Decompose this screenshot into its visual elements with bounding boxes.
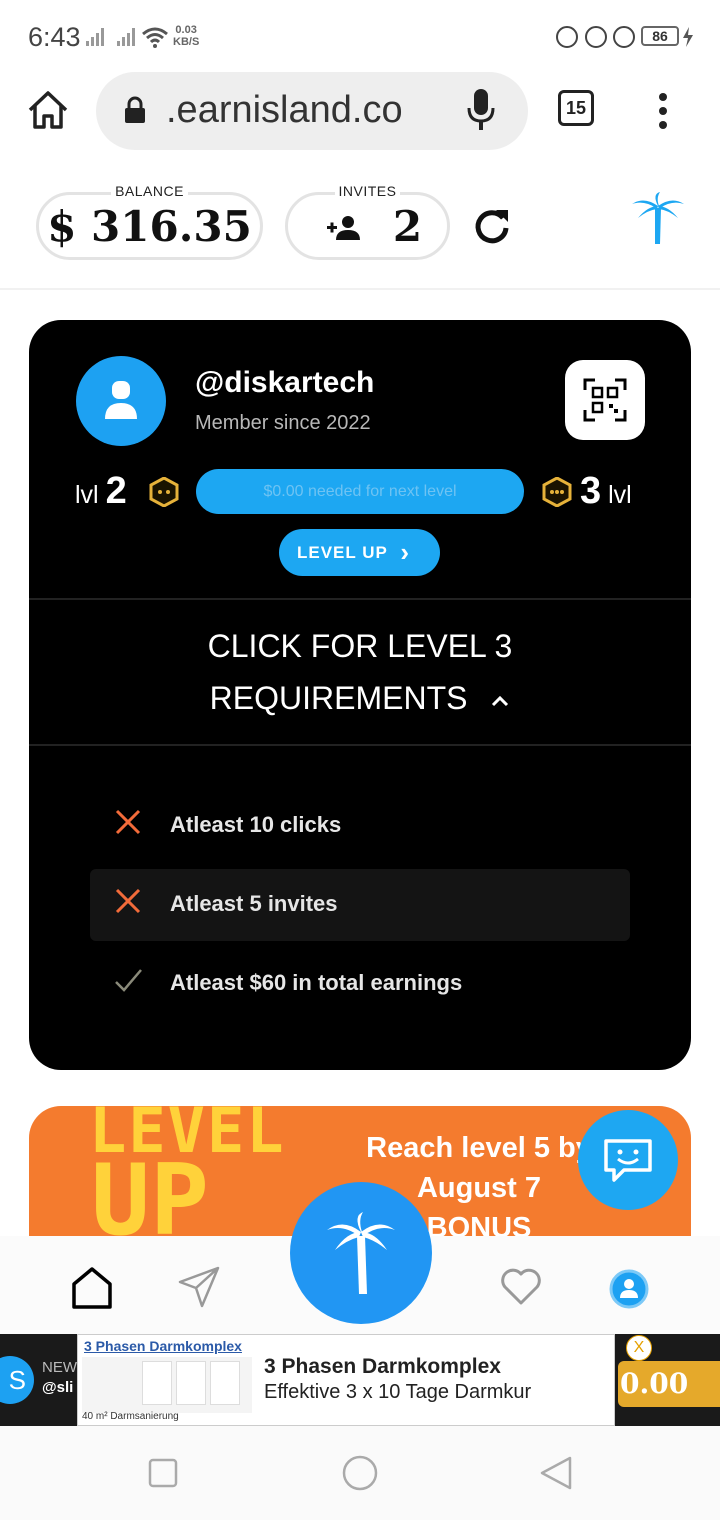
card-divider — [29, 744, 691, 746]
next-level-number: 3 — [580, 470, 602, 512]
more-options-icon[interactable] — [656, 92, 670, 130]
ad-close-button[interactable]: X — [626, 1335, 652, 1361]
battery-icon: 86 — [641, 26, 679, 46]
level-badge-icon — [149, 477, 179, 507]
palm-tree-logo-icon[interactable] — [630, 192, 686, 246]
send-icon[interactable] — [178, 1266, 220, 1308]
level-badge-icon — [542, 477, 572, 507]
balance-value: $ 316.35 — [47, 202, 252, 251]
ad-headline: 3 Phasen Darmkomplex — [264, 1355, 501, 1378]
data-saver-icon — [556, 26, 578, 48]
requirement-item: Atleast $60 in total earnings — [90, 948, 630, 1020]
level-progress-bar: $0.00 needed for next level — [196, 469, 524, 514]
ad-image-caption: 40 m² Darmsanierung — [82, 1411, 179, 1422]
balance-label: BALANCE — [111, 183, 188, 199]
member-since: Member since 2022 — [195, 412, 371, 434]
cross-icon — [115, 809, 141, 835]
lock-icon — [125, 96, 145, 123]
level-prefix: lvl — [75, 481, 99, 509]
charging-icon — [683, 27, 693, 47]
requirement-text: Atleast 5 invites — [170, 891, 338, 916]
lock-rotation-icon — [585, 26, 607, 48]
ad-left-line1: NEW — [42, 1359, 77, 1376]
next-level: 3 lvl — [580, 470, 632, 513]
recents-icon[interactable] — [148, 1458, 178, 1488]
ad-strip: S NEW @sli 3 Phasen Darmkomplex 40 m² Da… — [0, 1334, 720, 1426]
speed-value: 0.03 — [175, 24, 197, 36]
alarm-icon — [613, 26, 635, 48]
profile-card: @diskartech Member since 2022 lvl 2 $0.0… — [29, 320, 691, 1070]
level-up-label: LEVEL UP — [297, 543, 388, 562]
requirement-text: Atleast 10 clicks — [170, 812, 342, 837]
signal-icon — [86, 28, 104, 46]
signal-icon — [117, 28, 135, 46]
card-divider — [29, 598, 691, 600]
chevron-up-icon — [492, 695, 509, 706]
heart-icon[interactable] — [500, 1266, 542, 1306]
chat-support-button[interactable] — [578, 1110, 678, 1210]
browser-toolbar: .earnisland.co 15 — [0, 72, 720, 152]
promo-up-art: UP — [91, 1144, 210, 1246]
status-time: 6:43 — [28, 22, 81, 52]
level-suffix: lvl — [608, 481, 632, 509]
current-level: lvl 2 — [75, 470, 127, 513]
home-icon[interactable] — [27, 90, 69, 130]
requirements-title-line2: REQUIREMENTS — [209, 680, 468, 716]
check-icon — [115, 969, 142, 992]
wifi-icon — [142, 27, 168, 48]
invites-value: 2 — [392, 202, 423, 251]
system-home-icon[interactable] — [341, 1454, 379, 1492]
ad-right-value: 0.00 — [618, 1361, 720, 1407]
chevron-right-icon: › — [400, 537, 410, 567]
qr-code-icon — [583, 378, 627, 422]
current-level-number: 2 — [105, 470, 127, 512]
invites-pill: INVITES 2 — [285, 183, 450, 260]
speed-unit: KB/S — [173, 36, 200, 48]
requirement-item: Atleast 5 invites — [90, 869, 630, 941]
profile-nav-icon[interactable] — [609, 1269, 649, 1309]
ad-brand-link[interactable]: 3 Phasen Darmkomplex — [84, 1338, 242, 1354]
microphone-icon[interactable] — [466, 88, 496, 132]
center-home-button[interactable] — [290, 1182, 432, 1324]
url-text[interactable]: .earnisland.co — [166, 89, 403, 132]
invites-label: INVITES — [334, 183, 401, 199]
avatar[interactable] — [76, 356, 166, 446]
tab-switcher-button[interactable]: 15 — [558, 90, 594, 126]
requirements-toggle[interactable]: CLICK FOR LEVEL 3 REQUIREMENTS — [29, 620, 691, 724]
username: @diskartech — [195, 366, 375, 399]
chat-bubble-icon — [604, 1139, 652, 1182]
requirement-item: Atleast 10 clicks — [90, 790, 630, 862]
system-navigation-bar — [0, 1426, 720, 1520]
home-nav-icon[interactable] — [71, 1266, 113, 1310]
user-icon — [105, 381, 137, 419]
level-up-button[interactable]: LEVEL UP › — [279, 529, 440, 576]
status-bar: 6:43 0.03 KB/S 86 — [0, 0, 720, 72]
requirements-title-line1: CLICK FOR LEVEL 3 — [207, 628, 513, 664]
ad-subline: Effektive 3 x 10 Tage Darmkur — [264, 1381, 532, 1403]
requirement-text: Atleast $60 in total earnings — [170, 970, 463, 995]
back-icon[interactable] — [539, 1456, 573, 1490]
balance-pill: BALANCE $ 316.35 — [36, 183, 263, 260]
ad-left-line2: @sli — [42, 1379, 74, 1396]
header-divider — [0, 288, 720, 290]
qr-code-button[interactable] — [565, 360, 645, 440]
palm-tree-icon — [327, 1212, 395, 1294]
ad-left-avatar: S — [0, 1356, 34, 1404]
ad-left-text: NEW @sli — [42, 1358, 77, 1398]
ad-product-image — [82, 1357, 252, 1413]
cross-icon — [115, 888, 141, 914]
ad-banner[interactable]: 3 Phasen Darmkomplex 40 m² Darmsanierung… — [77, 1334, 615, 1426]
refresh-icon[interactable] — [472, 206, 512, 246]
network-speed: 0.03 KB/S — [173, 24, 199, 48]
address-bar[interactable]: .earnisland.co — [96, 72, 528, 150]
